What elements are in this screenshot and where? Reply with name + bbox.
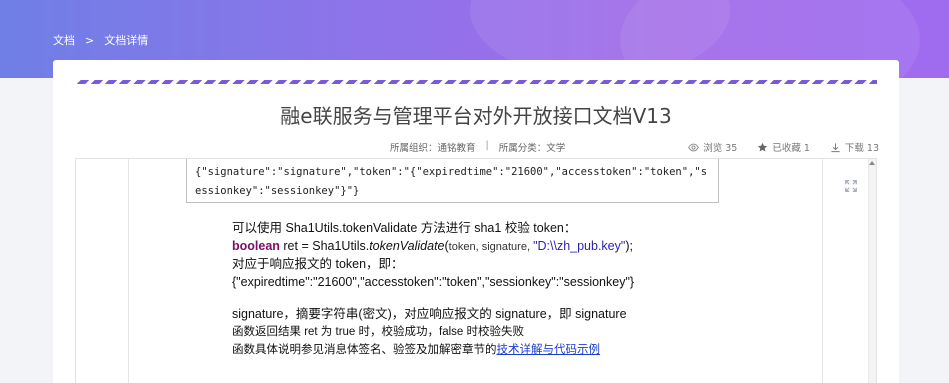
downloads-count: 下载 13 <box>844 143 879 154</box>
favorite-button[interactable]: 已收藏 1 <box>757 140 810 154</box>
breadcrumb: 文档 > 文档详情 <box>53 32 148 48</box>
document-card: 融e联服务与管理平台对外开放接口文档V13 所属组织：通铭教育 | 所属分类：文… <box>53 60 899 383</box>
org-label: 所属组织：通铭教育 <box>390 143 476 154</box>
text-segment: 函数具体说明参见消息体签名、验签及加解密章节的 <box>232 344 497 356</box>
code-line: boolean ret = Sha1Utils.tokenValidate(to… <box>232 237 792 255</box>
page-margin-line <box>128 159 129 383</box>
document-viewer[interactable]: {"signature":"signature","token":"{"expi… <box>75 158 877 383</box>
code-block: {"signature":"signature","token":"{"expi… <box>186 159 719 203</box>
download-button[interactable]: 下载 13 <box>830 140 879 154</box>
text-segment: token： <box>533 221 577 235</box>
text-segment: 可以使用 <box>232 221 286 235</box>
text-segment: 方法进行 <box>417 221 475 235</box>
meta-separator: | <box>485 140 489 151</box>
content-line: 函数返回结果 ret 为 true 时，校验成功，false 时校验失败 <box>232 326 525 338</box>
text-segment: ); <box>625 239 633 253</box>
views-stat: 浏览 35 <box>688 140 737 154</box>
document-stats: 浏览 35 已收藏 1 下载 13 <box>688 140 879 154</box>
tech-detail-link[interactable]: 技术详解与代码示例 <box>497 344 601 356</box>
expand-icon[interactable] <box>844 179 858 193</box>
keyword: boolean <box>232 239 280 253</box>
document-meta: 所属组织：通铭教育 | 所属分类：文学 <box>390 140 565 154</box>
page-margin-line <box>822 159 823 383</box>
content-line: {"expiredtime":"21600","accesstoken":"to… <box>232 275 635 289</box>
decorative-stripe <box>75 80 877 84</box>
document-title: 融e联服务与管理平台对外开放接口文档V13 <box>280 104 672 128</box>
scroll-up-arrow[interactable] <box>869 161 875 165</box>
string-literal: "D:\\zh_pub.key" <box>533 239 626 253</box>
views-count: 浏览 35 <box>703 143 738 154</box>
content-line: 可以使用 Sha1Utils.tokenValidate 方法进行 sha1 校… <box>232 219 792 237</box>
text-segment: sha1 <box>474 221 502 235</box>
params: token, signature, <box>448 241 534 253</box>
download-icon <box>831 142 840 152</box>
content-line: 函数具体说明参见消息体签名、验签及加解密章节的技术详解与代码示例 <box>232 341 792 359</box>
content-line: 对应于响应报文的 token，即： <box>232 257 404 271</box>
content-line: signature，摘要字符串(密文)，对应响应报文的 signature，即 … <box>232 307 627 321</box>
eye-icon <box>688 143 700 151</box>
method-name: tokenValidate <box>369 239 445 253</box>
breadcrumb-root-link[interactable]: 文档 <box>53 32 75 48</box>
text-segment: Sha1Utils.tokenValidate <box>285 221 418 235</box>
category-label: 所属分类：文学 <box>498 143 566 154</box>
scrollbar[interactable] <box>868 159 876 383</box>
text-segment: 校验 <box>501 221 534 235</box>
star-icon <box>758 142 768 151</box>
text-segment: ret = Sha1Utils. <box>279 239 370 253</box>
document-content: 可以使用 Sha1Utils.tokenValidate 方法进行 sha1 校… <box>232 219 792 359</box>
breadcrumb-current: 文档详情 <box>104 34 149 47</box>
favorites-count: 已收藏 1 <box>772 143 810 154</box>
breadcrumb-separator: > <box>85 33 95 47</box>
